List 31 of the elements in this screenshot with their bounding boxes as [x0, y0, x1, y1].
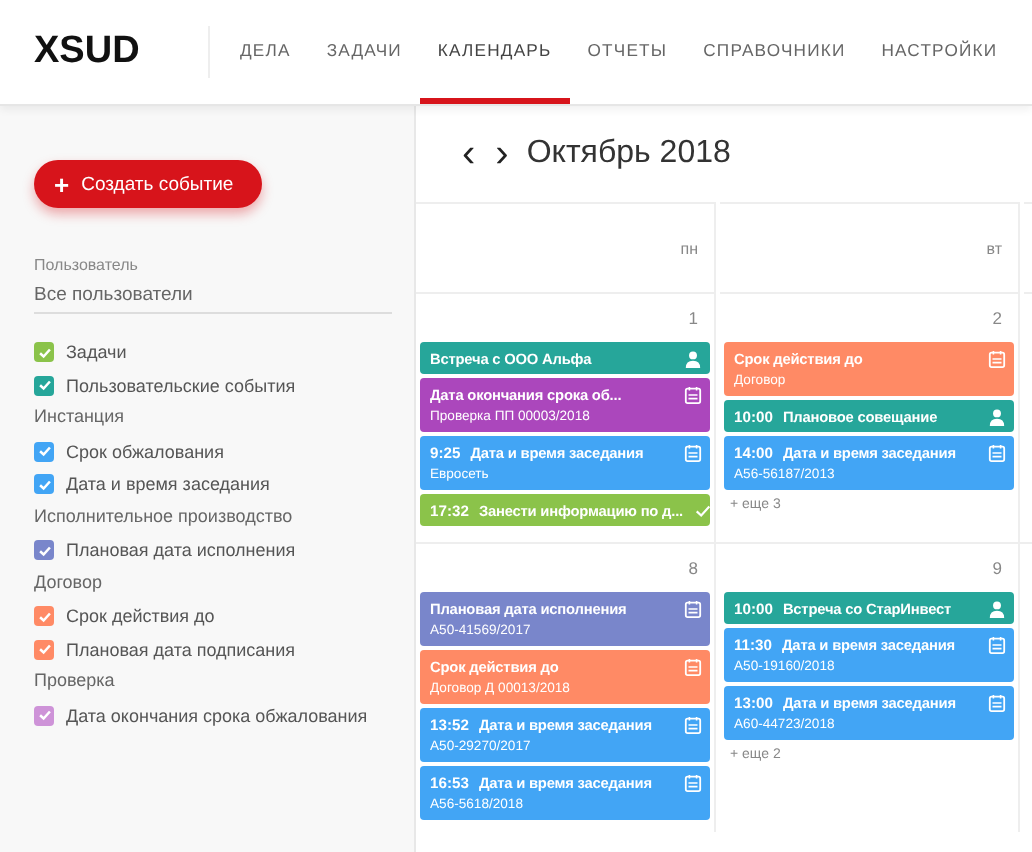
- filter-label: Пользовательские события: [66, 375, 296, 396]
- day-number: 2: [992, 308, 1002, 328]
- filter-label: Дата и время заседания: [66, 474, 270, 495]
- field-label: Пользователь: [34, 256, 140, 274]
- nav-tab[interactable]: НАСТРОЙКИ: [863, 0, 1016, 104]
- group-label: Договор: [34, 571, 104, 596]
- group-label: Проверка: [34, 670, 117, 694]
- filter-label: Плановая дата исполнения: [66, 540, 296, 561]
- month-title: Октябрь 2018: [526, 136, 731, 172]
- filter-label: Дата окончания срока обжалования: [66, 705, 368, 726]
- nav-tab[interactable]: ОТЧЕТЫ: [569, 0, 686, 104]
- nav-tab[interactable]: КАЛЕНДАРЬ: [419, 0, 570, 104]
- nav-tab[interactable]: ДЕЛА: [222, 0, 309, 104]
- day-number: 8: [688, 558, 698, 578]
- nav-tab[interactable]: СПРАВОЧНИКИ: [685, 0, 864, 104]
- previous-month-button[interactable]: ‹: [456, 134, 482, 174]
- filter-label: Срок действия до: [66, 606, 215, 627]
- group-label: Инстанция: [34, 406, 126, 430]
- day-number: 1: [688, 308, 698, 328]
- nav-tab[interactable]: ЗАДАЧИ: [308, 0, 420, 104]
- user-select-field[interactable]: Все пользователи: [34, 284, 392, 314]
- weekday-label: вт: [986, 239, 1002, 257]
- filter-label: Плановая дата подписания: [66, 639, 296, 660]
- filter-label: Задачи: [66, 342, 127, 363]
- create-event-button[interactable]: + Создать событие: [34, 160, 262, 208]
- group-label: Исполнительное производство: [34, 505, 295, 530]
- next-month-button[interactable]: ›: [489, 134, 515, 174]
- day-number: 9: [992, 558, 1002, 578]
- weekday-label: пн: [680, 239, 698, 257]
- filter-label: Срок обжалования: [66, 441, 224, 462]
- logo: XSUD: [0, 26, 210, 78]
